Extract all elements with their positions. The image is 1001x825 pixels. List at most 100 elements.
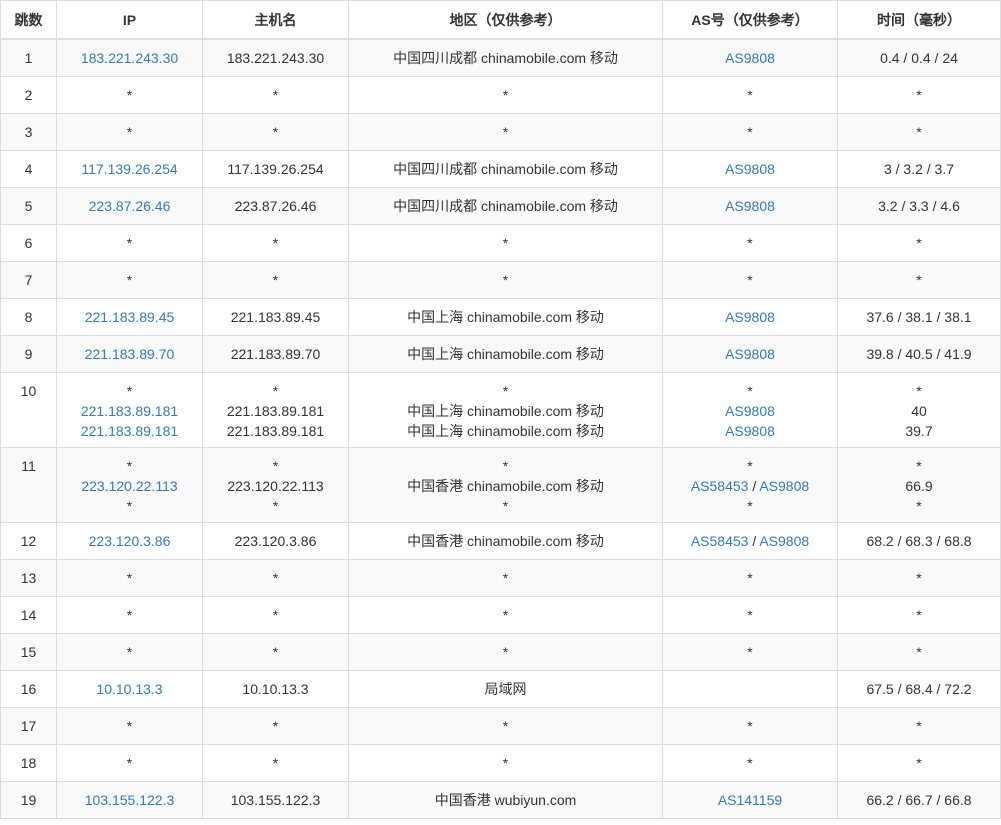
- as-cell: *: [662, 559, 838, 597]
- as-link: *: [747, 383, 753, 399]
- region-cell: 中国上海 chinamobile.com 移动: [348, 298, 663, 336]
- hop-cell: 5: [0, 187, 57, 225]
- hostname-cell: 117.139.26.254: [202, 150, 349, 188]
- time-text: 0.4 / 0.4 / 24: [880, 50, 958, 66]
- table-row: 17 * * * * *: [0, 707, 1001, 745]
- table-header: 跳数 IP 主机名 地区（仅供参考） AS号（仅供参考） 时间（毫秒）: [0, 0, 1001, 40]
- as-link: *: [747, 755, 753, 771]
- time-text: 37.6 / 38.1 / 38.1: [866, 309, 972, 325]
- hop-cell: 16: [0, 670, 57, 708]
- hostname-cell: 183.221.243.30: [202, 39, 349, 77]
- as-link: *: [747, 458, 753, 474]
- ip-link: *: [126, 235, 133, 251]
- as-link[interactable]: AS9808: [725, 50, 775, 66]
- region-text: *: [502, 87, 509, 103]
- time-cell: 68.2 / 68.3 / 68.8: [837, 522, 1001, 560]
- ip-link[interactable]: 183.221.243.30: [57, 48, 202, 68]
- table-row: 5 223.87.26.46 223.87.26.46 中国四川成都 chinamob…: [0, 187, 1001, 225]
- region-text: *: [502, 124, 509, 140]
- as-link[interactable]: AS9808: [725, 346, 775, 362]
- table-row: 3 * * * * *: [0, 113, 1001, 151]
- as-link[interactable]: AS58453: [691, 533, 749, 549]
- time-text: *: [916, 458, 922, 474]
- ip-link[interactable]: 221.183.89.45: [57, 307, 202, 327]
- hostname-cell: *: [202, 707, 349, 745]
- ip-link[interactable]: 221.183.89.70: [57, 344, 202, 364]
- as-link[interactable]: AS9808: [725, 198, 775, 214]
- ip-link[interactable]: 221.183.89.181: [57, 401, 202, 421]
- table-row: 10 * 221.183.89.181 221.183.89.181 * 221.183.…: [0, 372, 1001, 448]
- as-cell: [662, 670, 838, 708]
- table-row: 16 10.10.13.3 10.10.13.3 局域网 67.5 / 68.4 / …: [0, 670, 1001, 708]
- hostname-cell: *: [202, 596, 349, 634]
- as-link[interactable]: AS141159: [718, 792, 782, 808]
- hostname-text: 221.183.89.45: [230, 309, 321, 325]
- as-cell: * AS58453 / AS9808 *: [662, 447, 838, 523]
- time-text: 66.2 / 66.7 / 66.8: [866, 792, 972, 808]
- hostname-cell: *: [202, 633, 349, 671]
- hostname-cell: *: [202, 744, 349, 782]
- ip-link[interactable]: 223.87.26.46: [57, 196, 202, 216]
- as-link[interactable]: AS9808: [759, 533, 809, 549]
- ip-link[interactable]: 223.120.22.113: [57, 476, 202, 496]
- ip-link[interactable]: 10.10.13.3: [57, 679, 202, 699]
- time-text: *: [916, 644, 922, 660]
- hop-cell: 2: [0, 76, 57, 114]
- region-text: 中国上海 chinamobile.com 移动: [407, 403, 604, 419]
- as-line: AS9808: [663, 196, 837, 216]
- region-cell: *: [348, 596, 663, 634]
- hostname-text: *: [272, 458, 279, 474]
- as-link[interactable]: AS9808: [725, 161, 775, 177]
- hop-cell: 19: [0, 781, 57, 819]
- hostname-text: *: [272, 272, 279, 288]
- as-cell: *: [662, 113, 838, 151]
- hostname-text: *: [272, 755, 279, 771]
- region-text: *: [502, 458, 509, 474]
- as-line: [663, 679, 837, 699]
- region-cell: 中国香港 wubiyun.com: [348, 781, 663, 819]
- as-link[interactable]: AS9808: [725, 423, 775, 439]
- hostname-cell: *: [202, 224, 349, 262]
- header-hostname: 主机名: [202, 0, 349, 40]
- ip-link[interactable]: 117.139.26.254: [57, 159, 202, 179]
- hostname-cell: *: [202, 559, 349, 597]
- hop-cell: 18: [0, 744, 57, 782]
- region-cell: 中国四川成都 chinamobile.com 移动: [348, 39, 663, 77]
- region-cell: *: [348, 633, 663, 671]
- table-row: 12 223.120.3.86 223.120.3.86 中国香港 chinamobi…: [0, 522, 1001, 560]
- hostname-text: *: [272, 498, 279, 514]
- ip-cell: 103.155.122.3: [56, 781, 203, 819]
- hop-cell: 17: [0, 707, 57, 745]
- time-cell: 67.5 / 68.4 / 72.2: [837, 670, 1001, 708]
- hostname-text: 183.221.243.30: [226, 50, 325, 66]
- hostname-cell: *: [202, 113, 349, 151]
- time-text: *: [916, 755, 922, 771]
- ip-cell: 223.120.3.86: [56, 522, 203, 560]
- ip-cell: *: [56, 113, 203, 151]
- time-text: *: [916, 718, 922, 734]
- hostname-text: *: [272, 644, 279, 660]
- as-link[interactable]: AS58453: [691, 478, 749, 494]
- time-text: *: [916, 235, 922, 251]
- hostname-text: *: [272, 718, 279, 734]
- table-row: 13 * * * * *: [0, 559, 1001, 597]
- as-link[interactable]: AS9808: [725, 403, 775, 419]
- time-cell: *: [837, 76, 1001, 114]
- as-link[interactable]: AS9808: [759, 478, 809, 494]
- time-cell: * 40 39.7: [837, 372, 1001, 448]
- hostname-text: 221.183.89.181: [226, 403, 325, 419]
- table-row: 2 * * * * *: [0, 76, 1001, 114]
- ip-link[interactable]: 221.183.89.181: [57, 421, 202, 441]
- ip-cell: 221.183.89.45: [56, 298, 203, 336]
- ip-link: *: [126, 644, 133, 660]
- region-text: 中国四川成都 chinamobile.com 移动: [393, 161, 618, 177]
- time-text: 39.7: [905, 423, 933, 439]
- as-link[interactable]: AS9808: [725, 309, 775, 325]
- time-text: 68.2 / 68.3 / 68.8: [866, 533, 972, 549]
- ip-link: *: [126, 272, 133, 288]
- hostname-text: 221.183.89.70: [230, 346, 321, 362]
- hostname-text: *: [272, 570, 279, 586]
- ip-link[interactable]: 103.155.122.3: [57, 790, 202, 810]
- region-cell: *: [348, 76, 663, 114]
- ip-link[interactable]: 223.120.3.86: [57, 531, 202, 551]
